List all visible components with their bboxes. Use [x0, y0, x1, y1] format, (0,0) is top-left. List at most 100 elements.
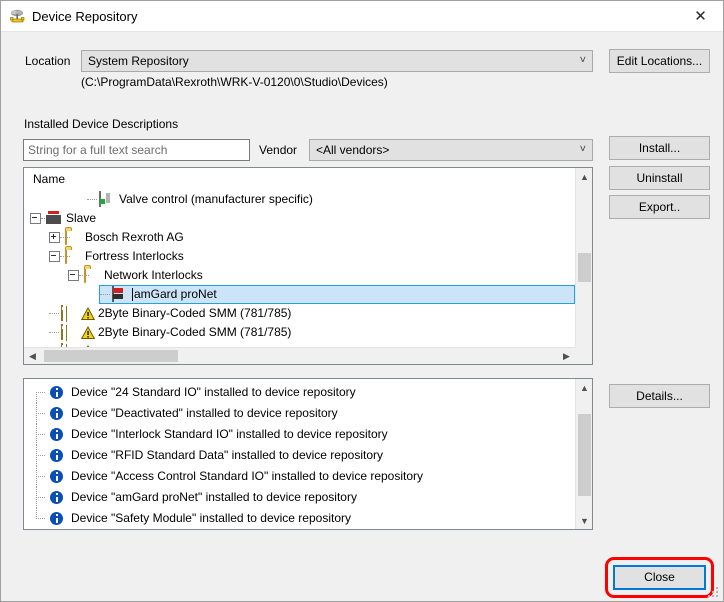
tree-row-label: Valve control (manufacturer specific) [119, 192, 313, 206]
edit-locations-button[interactable]: Edit Locations... [609, 49, 710, 73]
log-row[interactable]: Device "Access Control Standard IO" inst… [24, 466, 575, 487]
chevron-down-icon: ˅ [579, 54, 586, 67]
resize-grip[interactable] [708, 587, 720, 599]
scrollbar-corner [575, 347, 592, 364]
chevron-left-icon[interactable]: ◀ [24, 348, 41, 364]
tree-guide-line [24, 382, 50, 403]
chevron-up-icon[interactable]: ▲ [576, 168, 592, 185]
warning-icon [80, 306, 96, 321]
details-button[interactable]: Details... [609, 384, 710, 408]
log-row[interactable]: Device "amGard proNet" installed to devi… [24, 487, 575, 508]
tree-guide-line [24, 445, 50, 466]
tree-row[interactable]: Bosch Rexroth AG [24, 228, 575, 247]
tree-row[interactable]: Fortress Interlocks [24, 247, 575, 266]
tree-row[interactable]: Slave [24, 209, 575, 228]
location-selected-value: System Repository [88, 54, 189, 68]
close-button[interactable]: Close [613, 565, 706, 590]
tree-guide-line [49, 323, 61, 342]
location-path: (C:\ProgramData\Rexroth\WRK-V-0120\0\Stu… [81, 75, 388, 89]
folder-icon [65, 247, 81, 265]
network-device-icon [112, 285, 128, 303]
log-row[interactable]: Device "24 Standard IO" installed to dev… [24, 382, 575, 403]
folder-icon [84, 266, 100, 284]
title-bar: Device Repository ✕ [1, 1, 723, 32]
scrollbar-thumb[interactable] [44, 350, 178, 362]
export-button[interactable]: Export.. [609, 195, 710, 219]
search-input[interactable] [23, 139, 250, 161]
collapse-icon[interactable] [30, 213, 41, 224]
location-label: Location [25, 54, 71, 68]
tree-horizontal-scrollbar[interactable]: ◀ ▶ [24, 347, 575, 364]
window-title: Device Repository [32, 9, 138, 24]
warning-icon [80, 325, 96, 340]
info-icon [50, 512, 63, 525]
expand-icon[interactable] [49, 232, 60, 243]
tree-guide-line [24, 424, 50, 445]
tree-row-label: amGard proNet [134, 287, 217, 301]
installed-device-descriptions-label: Installed Device Descriptions [24, 117, 179, 131]
tree-row-label: Fortress Interlocks [85, 249, 184, 263]
info-icon [50, 407, 63, 420]
tree-row-label: Network Interlocks [104, 268, 203, 282]
tree-guide-line [100, 285, 112, 304]
tree-row-label: 2Byte Binary-Coded SMM (781/785) [98, 306, 292, 320]
info-icon [50, 428, 63, 441]
tree-row[interactable]: 2Byte Binary-Coded SMM (781/785) [24, 323, 575, 342]
tree-row[interactable]: 2Byte Binary-Coded SMM (781/785) [24, 304, 575, 323]
tree-row-label: 2Byte Binary-Coded SMM (781/785) [98, 325, 292, 339]
device-repository-dialog: Device Repository ✕ Location System Repo… [0, 0, 724, 602]
info-icon [50, 449, 63, 462]
tree-guide-line [49, 304, 61, 323]
tree-guide-line [87, 190, 99, 209]
install-button[interactable]: Install... [609, 136, 710, 160]
chevron-down-icon[interactable]: ▼ [576, 512, 592, 529]
valve-device-icon [99, 190, 115, 208]
log-row[interactable]: Device "RFID Standard Data" installed to… [24, 445, 575, 466]
chevron-up-icon[interactable]: ▲ [576, 379, 592, 396]
log-row-text: Device "Access Control Standard IO" inst… [71, 469, 424, 483]
chevron-right-icon[interactable]: ▶ [558, 348, 575, 364]
log-row-text: Device "Interlock Standard IO" installed… [71, 427, 388, 441]
tree-row[interactable]: amGard proNet [99, 285, 575, 304]
log-rows: Device "24 Standard IO" installed to dev… [24, 382, 575, 529]
tree-rows: Valve control (manufacturer specific) Sla… [24, 190, 575, 347]
uninstall-button[interactable]: Uninstall [609, 166, 710, 190]
device-tree-panel: Name Valve control (manufacturer specifi… [23, 167, 593, 365]
vendor-selected-value: <All vendors> [316, 143, 390, 157]
tree-column-header: Name [24, 168, 592, 190]
log-row-text: Device "RFID Standard Data" installed to… [71, 448, 383, 462]
location-select[interactable]: System Repository ˅ [81, 50, 593, 72]
device-repository-icon [9, 8, 26, 25]
log-row[interactable]: Device "Interlock Standard IO" installed… [24, 424, 575, 445]
log-vertical-scrollbar[interactable]: ▲ ▼ [575, 379, 592, 529]
vendor-select[interactable]: <All vendors> ˅ [309, 139, 593, 161]
tree-row[interactable]: Valve control (manufacturer specific) [24, 190, 575, 209]
log-row[interactable]: Device "Safety Module" installed to devi… [24, 508, 575, 529]
collapse-icon[interactable] [49, 251, 60, 262]
info-icon [50, 491, 63, 504]
slave-device-icon [46, 210, 62, 227]
collapse-icon[interactable] [68, 270, 79, 281]
tree-row[interactable]: Network Interlocks [24, 266, 575, 285]
tree-row-label: Bosch Rexroth AG [85, 230, 184, 244]
log-row[interactable]: Device "Deactivated" installed to device… [24, 403, 575, 424]
log-row-text: Device "Deactivated" installed to device… [71, 406, 338, 420]
vendor-label: Vendor [259, 143, 298, 157]
tree-vertical-scrollbar[interactable]: ▲ ▼ [575, 168, 592, 364]
info-icon [50, 386, 63, 399]
close-icon[interactable]: ✕ [678, 1, 723, 31]
tree-column-header-name: Name [33, 172, 66, 186]
log-row-text: Device "Safety Module" installed to devi… [71, 511, 351, 525]
scrollbar-thumb[interactable] [578, 253, 591, 282]
tree-guide-line [24, 508, 50, 529]
tree-guide-line [24, 466, 50, 487]
log-row-text: Device "24 Standard IO" installed to dev… [71, 385, 356, 399]
tree-guide-line [24, 403, 50, 424]
scrollbar-thumb[interactable] [578, 414, 591, 496]
module-icon [61, 304, 77, 322]
text-cursor [132, 288, 133, 301]
log-row-text: Device "amGard proNet" installed to devi… [71, 490, 357, 504]
tree-row-label: Slave [66, 211, 97, 225]
chevron-down-icon: ˅ [579, 143, 586, 156]
folder-icon [65, 228, 81, 246]
